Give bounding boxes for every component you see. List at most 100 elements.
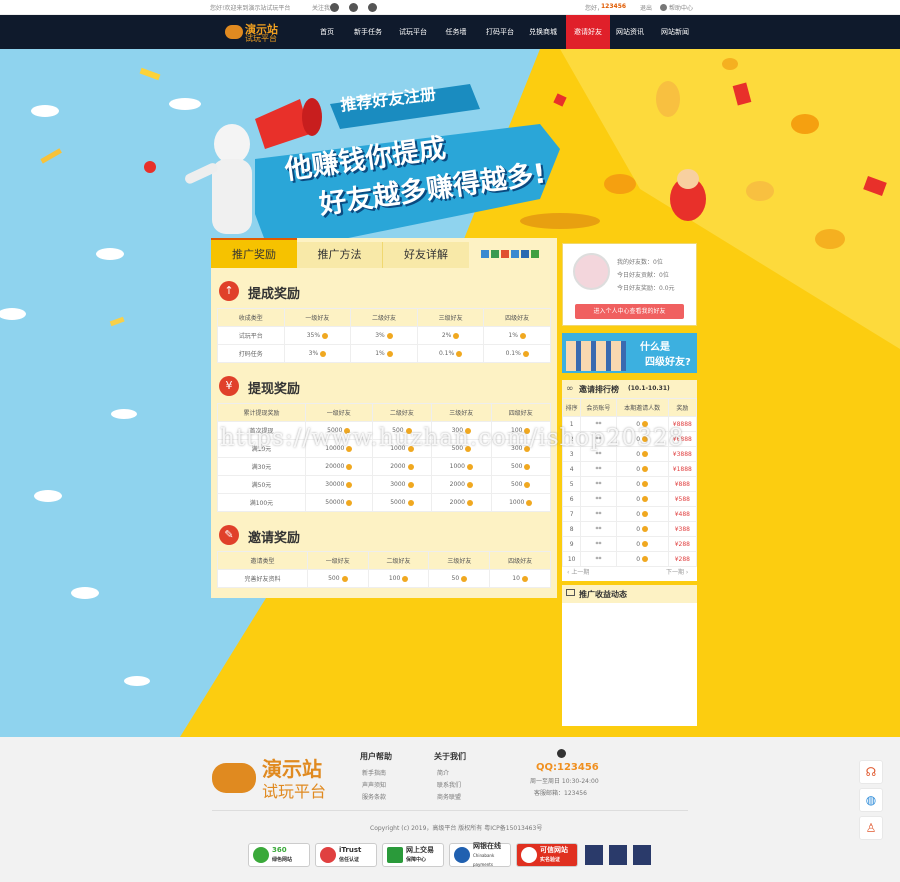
badge-credible[interactable]: 可信网站 实名验证: [516, 843, 578, 867]
footer-about-title: 关于我们: [434, 752, 466, 761]
ranking-period: (10.1-10.31): [628, 385, 670, 392]
table-row: 7 ** 0 ¥488: [561, 506, 698, 522]
nav-item[interactable]: 首页: [309, 15, 345, 49]
wechat-icon[interactable]: [330, 3, 339, 12]
footer-hours: 周一至周日 10:30-24:00: [530, 778, 599, 785]
next-period-link[interactable]: 下一期 ›: [666, 567, 688, 576]
commission-table: 收成类型 一级好友 二级好友 三级好友 四级好友 试玩平台 35% 3% 2% 1% 打码任务 3…: [217, 308, 551, 363]
shield-icon: [253, 847, 269, 863]
coin-icon: [524, 463, 531, 470]
coin-icon: [461, 575, 468, 582]
help-icon: [660, 4, 667, 11]
badge-trade-safe[interactable]: 网上交易 保障中心: [382, 843, 444, 867]
four-level-banner[interactable]: 什么是 四级好友?: [562, 333, 697, 373]
tab-promo-reward[interactable]: 推广奖励: [211, 238, 297, 268]
headset-icon[interactable]: ☊: [859, 760, 883, 784]
nav-item[interactable]: 兑换商城: [521, 15, 565, 49]
footer-link[interactable]: 新手指南: [362, 768, 386, 777]
footer-link[interactable]: 声声须知: [362, 780, 386, 789]
table-row: 满100元 50000 5000 2000 1000: [217, 493, 552, 512]
coin-icon: [524, 481, 531, 488]
withdraw-table: 累计提现奖励 一级好友 二级好友 三级好友 四级好友 首次提现 5000 500 300 100…: [217, 403, 552, 512]
profile-stat: 今日好友贡献：0位: [617, 272, 669, 279]
badge-360[interactable]: 360 绿色网站: [248, 843, 310, 867]
profile-card: 我的好友数：0位 今日好友贡献：0位 今日好友奖励：0.0元 进入个人中心查看我…: [562, 243, 697, 326]
service-icon: [557, 749, 566, 758]
share-icon[interactable]: [501, 250, 509, 258]
footer-logo: 演示站 试玩平台: [212, 753, 326, 801]
coin-icon: [642, 481, 649, 487]
footer-qq[interactable]: QQ:123456: [536, 762, 599, 773]
verified-icon: [521, 847, 537, 863]
coin-icon: [521, 575, 528, 582]
coin-icon: [402, 575, 409, 582]
share-icon[interactable]: [491, 250, 499, 258]
friends-illustration: [566, 341, 626, 371]
coin-icon: [346, 499, 353, 506]
footer-link[interactable]: 简介: [437, 768, 449, 777]
prev-period-link[interactable]: ‹ 上一期: [567, 567, 589, 576]
badge-itrust[interactable]: iTrust 信任认证: [315, 843, 377, 867]
footer-divider: [212, 810, 688, 811]
nav-item[interactable]: 新手任务: [347, 15, 389, 49]
ranking-header: ∞ 邀请排行榜 (10.1-10.31): [562, 380, 697, 398]
coin-icon: [642, 496, 649, 502]
police-badges: [585, 845, 657, 865]
table-row: 打码任务 3% 1% 0.1% 0.1%: [217, 344, 551, 363]
earnings-feed: 推广收益动态: [562, 585, 697, 726]
ranking-table: 排序 会员账号 本期邀请人数 奖励 1 ** 0 ¥8888 2 ** 0 ¥6888 3 ** 0 ¥…: [561, 398, 698, 567]
coin-icon: [386, 350, 393, 357]
user-id[interactable]: 123456: [601, 3, 626, 10]
coin-icon: [322, 332, 329, 339]
share-icon[interactable]: [511, 250, 519, 258]
qq-chat-icon[interactable]: ◍: [859, 788, 883, 812]
table-row: 完善好友资料 500 100 50 10: [217, 569, 551, 588]
nav-item[interactable]: 网站新闻: [652, 15, 698, 49]
footer-link[interactable]: 商务联盟: [437, 792, 461, 801]
share-icons: [481, 250, 539, 258]
coin-icon: [386, 332, 393, 339]
pencil-icon: ✎: [219, 525, 239, 545]
footer-logo-subtitle: 试玩平台: [262, 782, 327, 801]
qq-icon[interactable]: [368, 3, 377, 12]
enter-center-button[interactable]: 进入个人中心查看我的好友: [575, 304, 684, 319]
wallet-icon: ¥: [219, 376, 239, 396]
weibo-icon[interactable]: [349, 3, 358, 12]
site-logo[interactable]: 演示站 试玩平台: [225, 20, 295, 46]
footer-link[interactable]: 联系我们: [437, 780, 461, 789]
help-link[interactable]: 帮助中心: [669, 3, 693, 12]
top-bar: 您好!欢迎来到演示站试玩平台 关注我们： 您好， 123456 退出 帮助中心: [0, 0, 900, 15]
table-row: 满30元 20000 2000 1000 500: [217, 457, 552, 476]
nav-item[interactable]: 邀请好友: [566, 15, 610, 49]
gamepad-icon: [212, 763, 256, 793]
footer-link[interactable]: 服务条款: [362, 792, 386, 801]
coin-icon: [466, 463, 473, 470]
withdraw-title: 提现奖励: [248, 382, 301, 397]
monitor-icon: [566, 589, 575, 596]
share-icon[interactable]: [481, 250, 489, 258]
badge-chinabank[interactable]: 网银在线 Chinabank payments: [449, 842, 511, 867]
nav-item[interactable]: 打码平台: [480, 15, 520, 49]
tab-promo-method[interactable]: 推广方法: [297, 242, 383, 268]
nav-item[interactable]: 网站资讯: [610, 15, 650, 49]
logout-link[interactable]: 退出: [640, 3, 652, 12]
share-icon[interactable]: [531, 250, 539, 258]
avatar[interactable]: [573, 253, 610, 290]
tab-friend-detail[interactable]: 好友详解: [383, 242, 469, 268]
coin-icon: [407, 463, 414, 470]
share-icon[interactable]: [521, 250, 529, 258]
nav-item[interactable]: 任务墙: [438, 15, 474, 49]
table-row: 5 ** 0 ¥888: [561, 476, 698, 492]
coin-icon: [320, 350, 327, 357]
add-user-icon[interactable]: ♙: [859, 816, 883, 840]
table-row: 9 ** 0 ¥288: [561, 536, 698, 552]
coin-icon: [519, 332, 526, 339]
bank-icon: [454, 847, 470, 863]
table-row: 6 ** 0 ¥588: [561, 491, 698, 507]
reward-tabs: 推广奖励 推广方法 好友详解: [211, 238, 557, 268]
ranking-card: ∞ 邀请排行榜 (10.1-10.31) 排序 会员账号 本期邀请人数 奖励 1 ** 0…: [561, 380, 698, 581]
coin-icon: [346, 463, 353, 470]
coin-icon: [642, 541, 649, 547]
coin-icon: [456, 350, 463, 357]
nav-item[interactable]: 试玩平台: [392, 15, 434, 49]
